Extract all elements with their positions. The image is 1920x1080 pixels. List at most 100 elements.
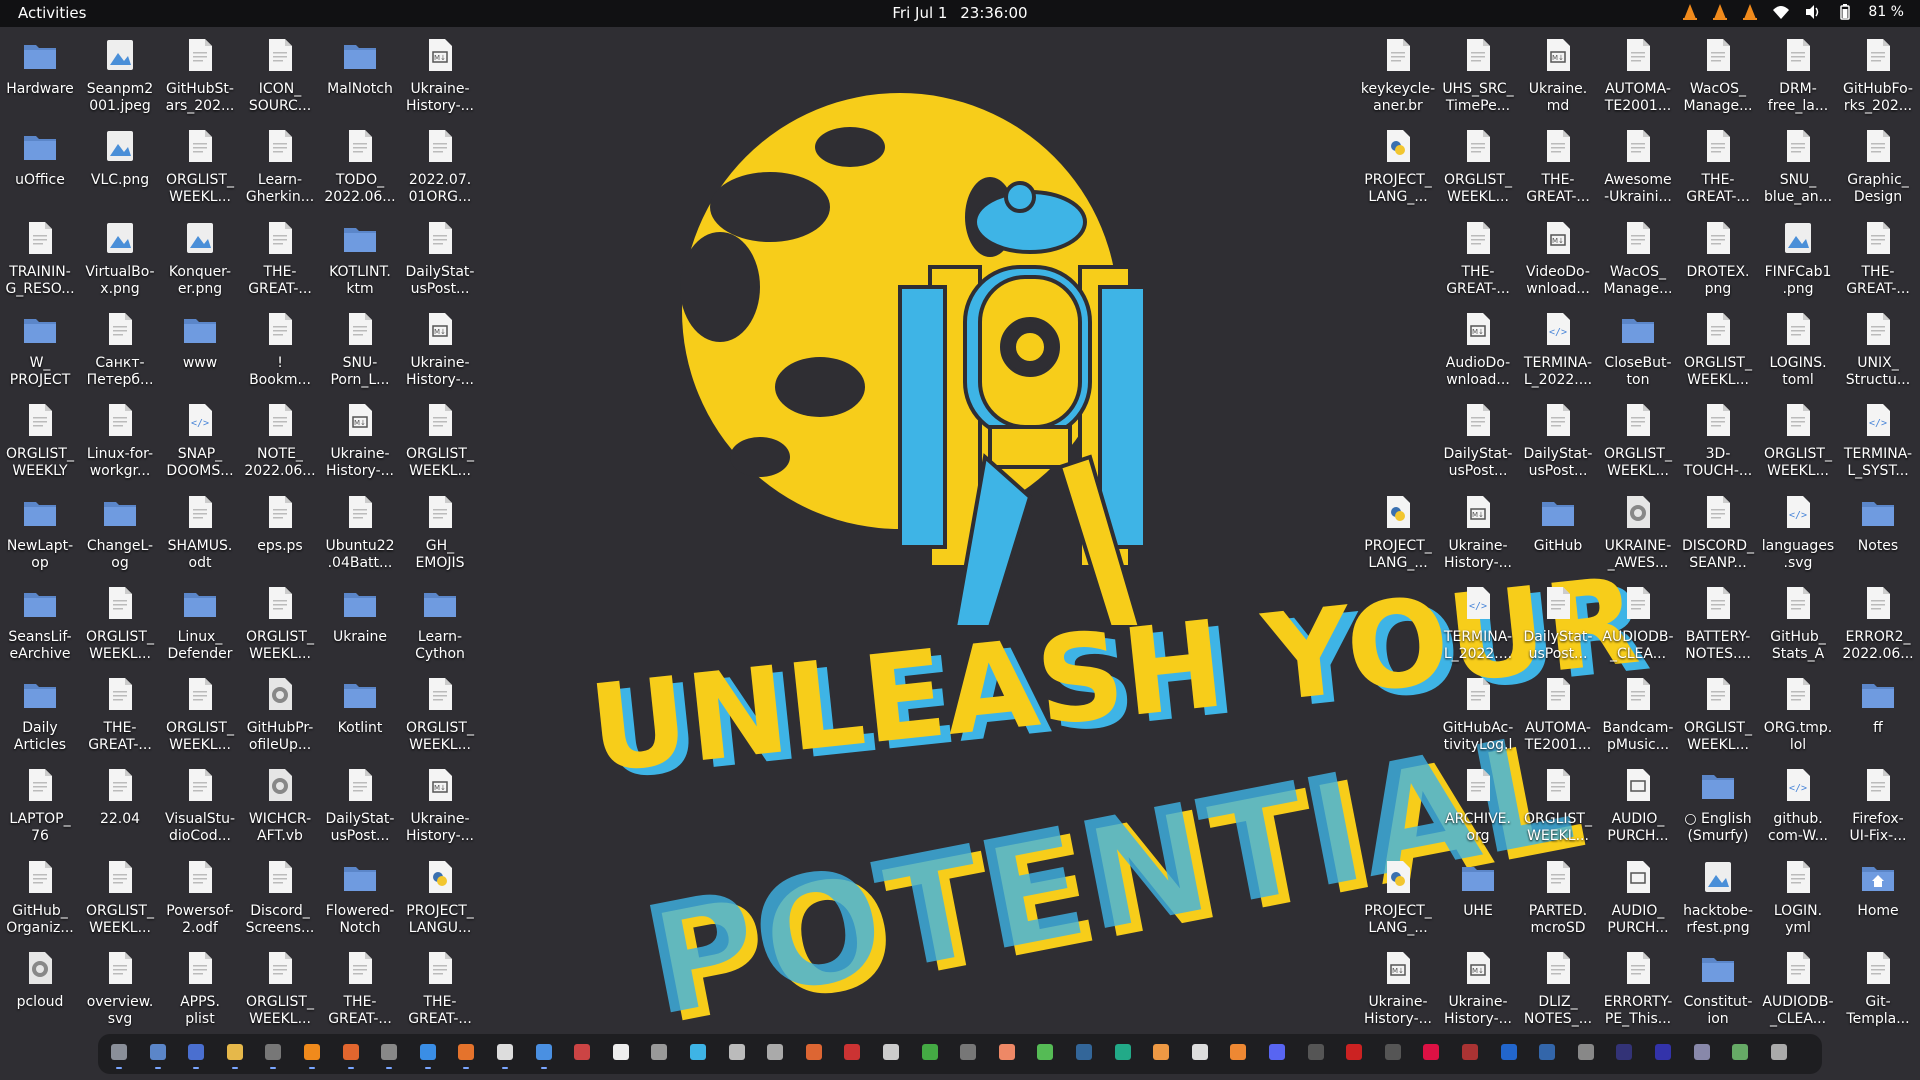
desktop-item[interactable]: M↓ Ukraine- History-...	[400, 757, 480, 845]
desktop-item[interactable]: PROJECT_ LANGU...	[400, 849, 480, 937]
desktop-item[interactable]: SNU_ blue_an...	[1758, 118, 1838, 206]
desktop-item[interactable]: GitHub	[1518, 484, 1598, 555]
desktop-item[interactable]: THE- GREAT-...	[240, 210, 320, 298]
desktop-item[interactable]: UHE	[1438, 849, 1518, 920]
desktop-item[interactable]: 22.04	[80, 757, 160, 828]
desktop-item[interactable]: THE- GREAT-...	[400, 940, 480, 1028]
vlc-tray-icon[interactable]	[1742, 3, 1758, 21]
desktop-item[interactable]: M↓ Ukraine- History-...	[1358, 940, 1438, 1028]
desktop-item[interactable]: Firefox- UI-Fix-...	[1838, 757, 1918, 845]
desktop-item[interactable]: DailyStat- usPost...	[320, 757, 400, 845]
desktop-item[interactable]: DailyStat- usPost...	[1438, 392, 1518, 480]
dock-app-icon[interactable]	[1616, 1044, 1633, 1060]
desktop-item[interactable]: ORGLIST_ WEEKL...	[1758, 392, 1838, 480]
desktop-item[interactable]: ORGLIST_ WEEKL...	[80, 849, 160, 937]
desktop-item[interactable]: ORGLIST_ WEEKL...	[80, 575, 160, 663]
desktop-item[interactable]: Konquer- er.png	[160, 210, 240, 298]
clock[interactable]: Fri Jul 1 23:36:00	[0, 4, 1920, 22]
volume-icon[interactable]	[1804, 3, 1822, 21]
desktop-item[interactable]: LAPTOP_ 76	[0, 757, 80, 845]
dock-app-icon[interactable]	[1500, 1044, 1517, 1060]
dock-app-icon[interactable]	[1076, 1044, 1092, 1060]
desktop-item[interactable]: VirtualBo- x.png	[80, 210, 160, 298]
desktop-item[interactable]: M↓ VideoDo- wnload...	[1518, 210, 1598, 298]
desktop-item[interactable]: ORGLIST_ WEEKL...	[400, 666, 480, 754]
dock-app-icon[interactable]	[574, 1044, 591, 1060]
dock-app-icon[interactable]	[1732, 1044, 1749, 1060]
desktop-item[interactable]: Flowered- Notch	[320, 849, 400, 937]
desktop-item[interactable]: GitHubSt- ars_202...	[160, 27, 240, 115]
desktop-item[interactable]: Kotlint	[320, 666, 400, 737]
desktop-item[interactable]: ORGLIST_ WEEKL...	[1678, 666, 1758, 754]
dock-app-icon[interactable]	[1384, 1044, 1401, 1060]
desktop-item[interactable]: PARTED. mcroSD	[1518, 849, 1598, 937]
desktop-item[interactable]: GitHubFo- rks_202...	[1838, 27, 1918, 115]
desktop-item[interactable]: AUDIO_ PURCH...	[1598, 849, 1678, 937]
dock-app-icon[interactable]	[226, 1044, 243, 1069]
desktop-item[interactable]: DISCORD_ SEANP...	[1678, 484, 1758, 572]
desktop-item[interactable]: WacOS_ Manage...	[1598, 210, 1678, 298]
desktop-item[interactable]: DROTEX. png	[1678, 210, 1758, 298]
desktop-item[interactable]: Санкт- Петерб...	[80, 301, 160, 389]
desktop-item[interactable]: M↓ Ukraine- History-...	[1438, 940, 1518, 1028]
desktop-item[interactable]: TRAININ- G_RESO...	[0, 210, 80, 298]
desktop-item[interactable]: </> languages .svg	[1758, 484, 1838, 572]
desktop-item[interactable]: GitHubAc- tivityLog.l	[1438, 666, 1518, 754]
desktop-item[interactable]: NewLapt- op	[0, 484, 80, 572]
dock-app-icon[interactable]	[304, 1044, 320, 1069]
desktop-item[interactable]: ff	[1838, 666, 1918, 737]
desktop-item[interactable]: overview. svg	[80, 940, 160, 1028]
desktop-item[interactable]: Seanpm2 001.jpeg	[80, 27, 160, 115]
dock-app-icon[interactable]	[805, 1044, 822, 1060]
desktop-item[interactable]: ORGLIST_ WEEKL...	[1678, 301, 1758, 389]
desktop-item[interactable]: Constitut- ion	[1678, 940, 1758, 1028]
dock-app-icon[interactable]	[265, 1044, 282, 1069]
dock-app-icon[interactable]	[535, 1044, 552, 1069]
desktop-item[interactable]: KOTLINT. ktm	[320, 210, 400, 298]
desktop-item[interactable]: UHS_SRC_ TimePe...	[1438, 27, 1518, 115]
dock-app-icon[interactable]	[960, 1044, 977, 1060]
dock-app-icon[interactable]	[883, 1044, 899, 1060]
desktop-item[interactable]: 3D- TOUCH-...	[1678, 392, 1758, 480]
desktop-item[interactable]: ERROR2_ 2022.06...	[1838, 575, 1918, 663]
desktop-item[interactable]: APPS. plist	[160, 940, 240, 1028]
dock-app-icon[interactable]	[497, 1044, 513, 1069]
dock-app-icon[interactable]	[1693, 1044, 1710, 1060]
dock-app-icon[interactable]	[1539, 1044, 1556, 1060]
desktop-item[interactable]: Linux-for- workgr...	[80, 392, 160, 480]
dock-app-icon[interactable]	[998, 1044, 1015, 1060]
desktop-item[interactable]: SHAMUS. odt	[160, 484, 240, 572]
vlc-tray-icon[interactable]	[1712, 3, 1728, 21]
desktop-item[interactable]: pcloud	[0, 940, 80, 1011]
desktop-item[interactable]: ORGLIST_ WEEKL...	[1598, 392, 1678, 480]
desktop-item[interactable]: DailyStat- usPost...	[400, 210, 480, 298]
desktop-item[interactable]: AUDIO_ PURCH...	[1598, 757, 1678, 845]
dock-app-icon[interactable]	[921, 1044, 938, 1060]
desktop-item[interactable]: ARCHIVE. org	[1438, 757, 1518, 845]
desktop-item[interactable]: GitHubPr- ofileUp...	[240, 666, 320, 754]
dock-app-icon[interactable]	[1153, 1044, 1170, 1060]
desktop-item[interactable]: uOffice	[0, 118, 80, 189]
desktop-item[interactable]: THE- GREAT-...	[1438, 210, 1518, 298]
desktop-item[interactable]: WICHCR- AFT.vb	[240, 757, 320, 845]
dock-app-icon[interactable]	[651, 1044, 668, 1060]
desktop-item[interactable]: NOTE_ 2022.06...	[240, 392, 320, 480]
wifi-icon[interactable]	[1772, 3, 1790, 21]
desktop-item[interactable]: ORGLIST_ WEEKL...	[240, 940, 320, 1028]
desktop-item[interactable]: THE- GREAT-...	[1838, 210, 1918, 298]
dock-app-icon[interactable]	[612, 1044, 629, 1060]
desktop-item[interactable]: W_ PROJECT	[0, 301, 80, 389]
battery-icon[interactable]	[1836, 3, 1854, 21]
desktop-item[interactable]: LOGINS. toml	[1758, 301, 1838, 389]
desktop-item[interactable]: Learn- Gherkin...	[240, 118, 320, 206]
desktop-item[interactable]: UKRAINE- _AWES...	[1598, 484, 1678, 572]
desktop-item[interactable]: ORGLIST_ WEEKL...	[160, 118, 240, 206]
desktop-item[interactable]: hacktobe- rfest.png	[1678, 849, 1758, 937]
desktop-item[interactable]: 2022.07. 01ORG...	[400, 118, 480, 206]
dock-app-icon[interactable]	[342, 1044, 359, 1069]
desktop-item[interactable]: THE- GREAT-...	[320, 940, 400, 1028]
desktop-item[interactable]: AUTOMA- TE2001...	[1598, 27, 1678, 115]
dock-app-icon[interactable]	[1269, 1044, 1285, 1060]
desktop-item[interactable]: ORGLIST_ WEEKL...	[240, 575, 320, 663]
dock-app-icon[interactable]	[1307, 1044, 1324, 1060]
